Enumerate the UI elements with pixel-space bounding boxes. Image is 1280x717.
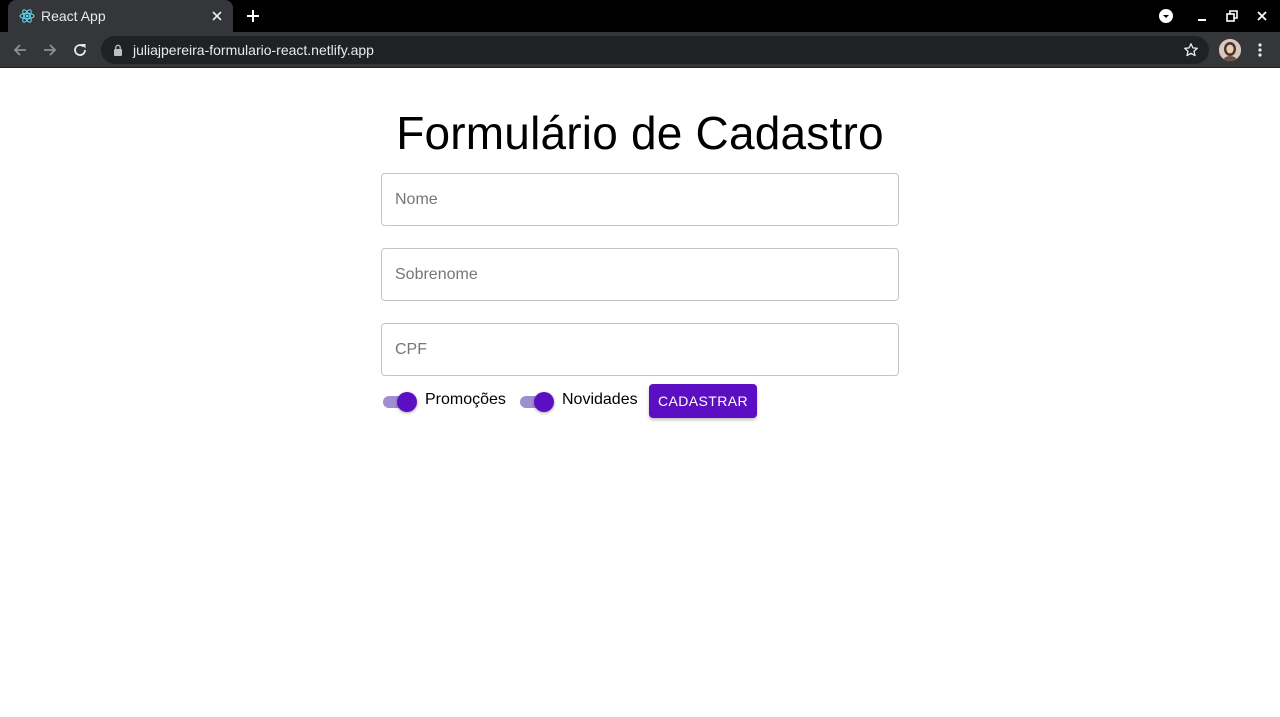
sobrenome-input[interactable] xyxy=(382,249,898,300)
nome-input[interactable] xyxy=(382,174,898,225)
close-window-icon[interactable] xyxy=(1254,8,1270,24)
react-logo-icon xyxy=(19,9,35,23)
arrow-left-icon[interactable] xyxy=(11,41,29,59)
novidades-label[interactable]: Novidades xyxy=(562,391,638,409)
cpf-input[interactable] xyxy=(382,324,898,375)
close-tab-icon[interactable] xyxy=(210,9,224,23)
page-content: Formulário de Cadastro Promoções Novidad… xyxy=(0,68,1280,717)
nome-field xyxy=(381,173,899,226)
reload-icon[interactable] xyxy=(71,41,89,59)
browser-tab[interactable]: React App xyxy=(8,0,233,32)
browser-tab-strip: React App xyxy=(0,0,1280,32)
url-text: juliajpereira-formulario-react.netlify.a… xyxy=(133,42,374,58)
profile-avatar[interactable] xyxy=(1219,39,1241,61)
address-bar[interactable]: juliajpereira-formulario-react.netlify.a… xyxy=(101,36,1209,64)
restore-icon[interactable] xyxy=(1224,8,1240,24)
page-title: Formulário de Cadastro xyxy=(396,107,884,159)
sobrenome-field xyxy=(381,248,899,301)
tab-search-icon[interactable] xyxy=(1158,8,1174,24)
form-controls-row: Promoções Novidades CADASTRAR xyxy=(381,384,901,418)
switch-thumb xyxy=(397,392,417,412)
browser-toolbar: juliajpereira-formulario-react.netlify.a… xyxy=(0,32,1280,68)
cadastrar-button[interactable]: CADASTRAR xyxy=(649,384,757,418)
promocoes-label[interactable]: Promoções xyxy=(425,391,506,409)
star-icon[interactable] xyxy=(1183,42,1199,58)
user-avatar-icon xyxy=(1219,39,1241,61)
minimize-icon[interactable] xyxy=(1194,8,1210,24)
cpf-field xyxy=(381,323,899,376)
lock-icon[interactable] xyxy=(113,44,123,56)
arrow-right-icon[interactable] xyxy=(41,41,59,59)
switch-thumb xyxy=(534,392,554,412)
novidades-switch[interactable] xyxy=(518,392,554,412)
plus-icon[interactable] xyxy=(244,7,262,25)
tab-title: React App xyxy=(41,8,106,24)
kebab-menu-icon[interactable] xyxy=(1252,41,1268,59)
promocoes-switch[interactable] xyxy=(381,392,417,412)
